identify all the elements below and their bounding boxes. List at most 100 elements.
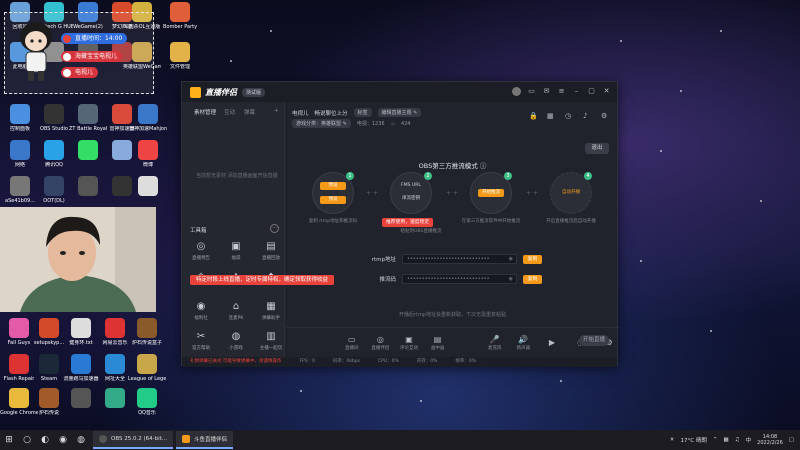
toolbar-label: 直播间 <box>345 345 359 351</box>
desktop-icon[interactable]: ZT Battle Royale <box>69 104 107 142</box>
shop-icon[interactable]: ▦ <box>547 112 555 120</box>
task-douyu[interactable]: 斗鱼直播伴侣 <box>176 431 234 449</box>
key-label: 推流码 <box>379 277 396 283</box>
chrome-icon[interactable]: ◉ <box>54 430 72 450</box>
room-id: 电视：1236 <box>356 121 385 127</box>
desktop-icon[interactable]: 健身环.txt <box>62 318 100 356</box>
rtmp-field[interactable]: •••••••••••••••••••••••••••• ◉ <box>402 254 517 264</box>
desktop-icon-label: QQ音乐 <box>138 410 156 416</box>
desktop-icon-label: 控制面板 <box>9 126 30 132</box>
copy-rtmp-button[interactable]: 复制 <box>523 254 542 264</box>
title-bar[interactable]: 直播伴侣 测试版 ▭ ✉ ≡ – ▢ ✕ <box>182 82 617 102</box>
desktop-icon[interactable]: QQ音乐 <box>128 388 166 426</box>
qq-icon[interactable]: ◍ <box>72 430 90 450</box>
toolbar-item[interactable]: 🔊 扬声器 <box>514 335 534 351</box>
start-live-button[interactable]: 开始直播 <box>579 335 609 346</box>
tool-item[interactable]: ✂ 官方帮助 <box>188 330 214 351</box>
search-icon[interactable]: ○ <box>18 430 36 450</box>
desktop-icon[interactable]: OBS Studio <box>35 104 73 142</box>
desktop-icon[interactable]: 炉石传说盒子 <box>128 318 166 356</box>
tool-item[interactable]: ⌂ 连麦PK <box>223 300 249 321</box>
toolbar-item[interactable]: ▤ 画中画 <box>428 335 448 351</box>
desktop-icon[interactable]: 流量跑马加速器 <box>62 354 100 392</box>
settings-icon[interactable]: ⚙ <box>601 112 609 120</box>
app-title: 直播伴侣 <box>205 87 237 97</box>
desktop-icon[interactable]: League of Legends <box>128 354 166 392</box>
desktop-icon[interactable]: 雷神加速Mahjong <box>129 104 167 142</box>
toolbar-item[interactable]: ▶ <box>542 338 562 348</box>
tool-item[interactable]: ◉ 福利社 <box>188 300 214 321</box>
user-avatar-icon[interactable] <box>512 87 521 96</box>
promo-tooltip[interactable]: 特定时段上线直播，定时专属特权，确定领取获得收益 <box>190 275 335 285</box>
tab-materials[interactable]: 素材管理 <box>194 108 216 116</box>
recommend-hint: 推荐使用，速度稳定 <box>382 218 434 227</box>
rtmp-row: rtmp地址 •••••••••••••••••••••••••••• ◉ 复制 <box>366 254 542 264</box>
toolbar-item[interactable] <box>456 338 476 348</box>
more-tools-icon[interactable]: ··· <box>270 224 279 233</box>
desktop-icon[interactable] <box>69 140 107 178</box>
tray-chevron-icon[interactable]: ⌃ <box>713 437 718 443</box>
tool-item[interactable]: ▥ 主播一起玩 <box>258 330 284 351</box>
app-icon <box>78 104 98 124</box>
toolbar-item[interactable]: ▭ 直播间 <box>342 335 362 351</box>
lock-icon[interactable]: 🔒 <box>529 112 538 120</box>
toolbar-item[interactable]: 🎤 麦克风 <box>485 335 505 351</box>
weather-text[interactable]: 17°C 晴朗 <box>681 436 707 444</box>
eye-icon[interactable]: ◉ <box>509 255 513 263</box>
chat-icon[interactable]: ▭ <box>527 87 536 96</box>
minimize-icon[interactable]: – <box>572 87 581 96</box>
restore-icon[interactable]: ▢ <box>587 87 596 96</box>
key-field[interactable]: •••••••••••••••••••••••••••• ◉ <box>402 274 517 284</box>
windows-start-icon[interactable]: ⊞ <box>0 430 18 450</box>
exit-button[interactable]: 退出 <box>585 143 609 154</box>
message-icon[interactable]: ✉ <box>542 87 551 96</box>
app-icon <box>138 176 158 196</box>
desktop-icon[interactable]: 控制面板 <box>1 104 39 142</box>
tool-item[interactable]: ▤ 直播回放 <box>258 240 284 261</box>
close-icon[interactable]: ✕ <box>602 87 611 96</box>
app-icon <box>9 388 29 408</box>
status-item: 码率：0kbps <box>332 359 360 364</box>
tag-chip[interactable]: 标签 <box>353 108 372 117</box>
edit-title-chip[interactable]: 编辑直播主题 ✎ <box>377 108 422 117</box>
desktop-icon[interactable]: 腾讯QQ <box>35 140 73 178</box>
toolbar-item[interactable]: ◎ 直播伴侣 <box>371 335 391 351</box>
live-time-pill: 直播时间：14:00 <box>61 33 128 44</box>
steam-icon[interactable]: ◐ <box>36 430 54 450</box>
tool-item[interactable]: ▣ 福袋 <box>223 240 249 261</box>
app-icon <box>39 354 59 374</box>
desktop-icon[interactable]: 网络 <box>1 140 39 178</box>
app-window[interactable]: 直播伴侣 测试版 ▭ ✉ ≡ – ▢ ✕ 素材管理 互动 弹幕 + 当前暂无素材… <box>181 81 619 367</box>
app-icon <box>78 176 98 196</box>
desktop-icon[interactable]: 微博 <box>129 140 167 178</box>
add-icon[interactable]: + <box>274 108 279 114</box>
desktop-icon[interactable] <box>62 388 100 426</box>
stream-overlay[interactable]: 直播时间：14:00 海藏宝宝电视儿 电视儿 <box>4 12 154 94</box>
category-chip[interactable]: 游戏分类：英雄联盟 ✎ <box>292 119 351 128</box>
clock[interactable]: 14:08 2022/2/26 <box>757 434 783 446</box>
bell-icon[interactable]: ♪ <box>583 112 591 120</box>
app-icon <box>10 176 30 196</box>
status-item: FPS：0 <box>299 359 315 364</box>
notification-icon[interactable]: ▢ <box>789 437 794 443</box>
tab-interact[interactable]: 互动 <box>224 108 235 116</box>
weather-icon: ☀ <box>669 437 675 443</box>
desktop-icon[interactable]: 文件管理 <box>161 42 199 80</box>
stream-status[interactable]: 畅说聊位上分 <box>315 109 348 117</box>
app-icon <box>170 42 190 62</box>
copy-key-button[interactable]: 复制 <box>523 274 542 284</box>
menu-icon[interactable]: ≡ <box>557 87 566 96</box>
toolbar-item[interactable]: ▣ 评论互动 <box>399 335 419 351</box>
tab-danmaku[interactable]: 弹幕 <box>244 108 255 116</box>
eye-icon[interactable]: ◉ <box>509 275 513 283</box>
desktop-icon-label: 微博 <box>142 162 153 168</box>
clock-icon[interactable]: ◷ <box>565 112 573 120</box>
desktop-icon[interactable]: Bomber Party <box>161 2 199 40</box>
tool-item[interactable]: ◎ 直播预告 <box>188 240 214 261</box>
task-obs[interactable]: OBS 25.0.2 (64-bit... <box>93 431 174 449</box>
network-icon[interactable]: ▦ <box>724 437 729 443</box>
ime-icon[interactable]: 中 <box>746 436 752 444</box>
volume-icon[interactable]: ♫ <box>735 437 740 443</box>
tool-item[interactable]: ◍ 小游戏 <box>223 330 249 351</box>
tool-item[interactable]: ▦ 弹幕助手 <box>258 300 284 321</box>
